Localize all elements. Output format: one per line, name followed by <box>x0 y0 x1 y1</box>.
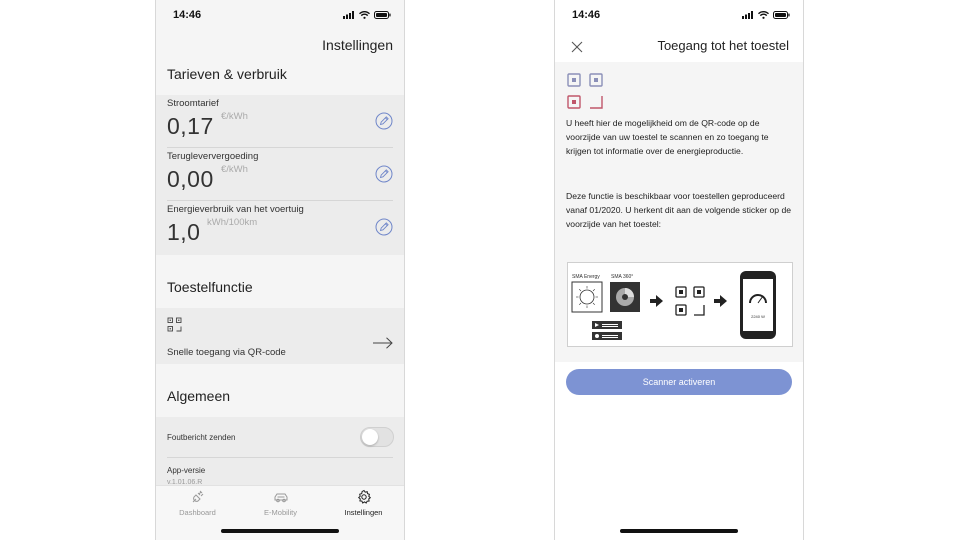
tab-label: Instellingen <box>344 508 383 517</box>
car-icon <box>274 493 287 503</box>
qr-access-content: Snelle toegang via QR-code <box>167 317 393 361</box>
status-bar: 14:46 <box>555 0 803 30</box>
general-card: Foutbericht zenden App-versie v.1.01.06.… <box>156 417 404 487</box>
sticker-illustration-graphic: SMA Energy SMA 360° 2240 W <box>571 271 776 340</box>
tariffs-card: Stroomtarief 0,17 €/kWh Terugleververgoe… <box>156 95 404 255</box>
qr-access-row[interactable]: Snelle toegang via QR-code <box>156 308 404 364</box>
tab-label: Dashboard <box>179 508 216 517</box>
section-title-tariffs: Tarieven & verbruik <box>167 66 287 82</box>
tab-dashboard[interactable]: Dashboard <box>156 489 239 517</box>
tab-settings[interactable]: Instellingen <box>322 489 404 517</box>
error-report-toggle[interactable] <box>360 427 394 447</box>
rate-unit: €/kWh <box>221 164 248 175</box>
arrow-icon <box>650 295 663 307</box>
plug-icon <box>192 490 203 503</box>
info-paragraph-1: U heeft hier de mogelijkheid om de QR-co… <box>566 118 769 156</box>
tab-label: E-Mobility <box>264 508 297 517</box>
section-title-device: Toestelfunctie <box>167 279 253 295</box>
status-icons <box>742 11 790 19</box>
device-access-screen: 14:46 Toegang tot het toestel U heeft hi… <box>554 0 804 540</box>
wifi-icon <box>758 11 769 19</box>
settings-screen: 14:46 Instellingen Tarieven & verbruik S… <box>155 0 405 540</box>
home-indicator <box>221 529 339 533</box>
dialog-title: Toegang tot het toestel <box>657 38 789 53</box>
rate-row-feed-in[interactable]: Terugleververgoeding 0,00 €/kWh <box>167 148 393 201</box>
rate-value: 0,00 <box>167 166 214 192</box>
rate-unit: €/kWh <box>221 111 248 122</box>
arrow-right-icon <box>373 337 393 349</box>
gear-icon <box>357 489 371 504</box>
status-time: 14:46 <box>572 9 601 21</box>
qr-access-label: Snelle toegang via QR-code <box>167 347 286 358</box>
section-title-general: Algemeen <box>167 388 231 404</box>
sticker-label-360: SMA 360° <box>611 274 633 280</box>
error-report-label: Foutbericht zenden <box>167 433 236 442</box>
divider <box>167 457 393 458</box>
qr-code-icon <box>167 317 182 332</box>
rate-label: Terugleververgoeding <box>167 151 259 162</box>
scanner-activate-button[interactable]: Scanner activeren <box>566 369 792 395</box>
battery-icon <box>374 11 391 19</box>
signal-icon <box>343 11 354 19</box>
rate-value: 0,17 <box>167 113 214 139</box>
tab-bar: Dashboard E-Mobility Instellingen <box>156 485 404 540</box>
close-icon[interactable] <box>571 41 583 53</box>
page-title: Instellingen <box>322 37 393 53</box>
app-version-label: App-versie <box>167 466 206 475</box>
status-bar: 14:46 <box>156 0 404 30</box>
status-time: 14:46 <box>173 9 202 21</box>
edit-pencil-icon[interactable] <box>375 165 393 183</box>
signal-icon <box>742 11 753 19</box>
arrow-icon <box>714 295 727 307</box>
rate-row-vehicle-consumption[interactable]: Energieverbruik van het voertuig 1,0 kWh… <box>167 201 393 254</box>
rate-value: 1,0 <box>167 219 201 245</box>
phone-readout: 2240 W <box>751 314 765 319</box>
edit-pencil-icon[interactable] <box>375 112 393 130</box>
status-icons <box>343 11 391 19</box>
sticker-illustration: SMA Energy SMA 360° 2240 W <box>567 262 793 347</box>
wifi-icon <box>359 11 370 19</box>
rate-row-electricity[interactable]: Stroomtarief 0,17 €/kWh <box>167 95 393 148</box>
sticker-label-energy: SMA Energy <box>572 274 600 280</box>
toggle-knob <box>362 429 378 445</box>
qr-code-icon <box>567 73 603 109</box>
tab-e-mobility[interactable]: E-Mobility <box>239 489 322 517</box>
edit-pencil-icon[interactable] <box>375 218 393 236</box>
info-paragraph-2: Deze functie is beschikbaar voor toestel… <box>566 191 792 229</box>
rate-label: Stroomtarief <box>167 98 219 109</box>
battery-icon <box>773 11 790 19</box>
home-indicator <box>620 529 738 533</box>
rate-unit: kWh/100km <box>207 217 258 228</box>
rate-label: Energieverbruik van het voertuig <box>167 204 304 215</box>
